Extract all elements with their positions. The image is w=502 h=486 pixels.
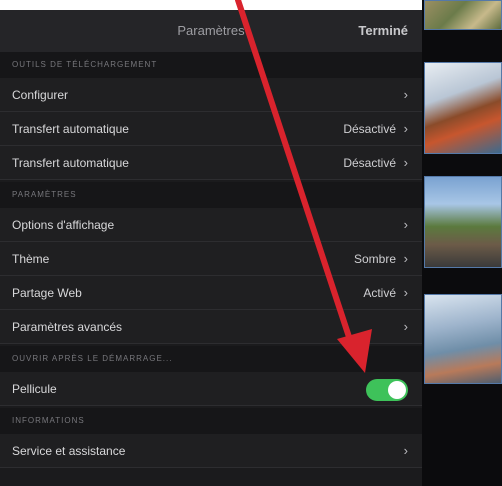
photo-thumbnail[interactable] — [424, 0, 502, 30]
row-label: Thème — [12, 252, 50, 266]
row-display-options[interactable]: Options d'affichage › — [0, 208, 422, 242]
row-label: Paramètres avancés — [12, 320, 123, 334]
row-value: Désactivé — [343, 156, 396, 170]
chevron-right-icon: › — [403, 285, 408, 300]
photo-thumbnail-column — [422, 0, 502, 486]
row-label: Pellicule — [12, 382, 57, 396]
toggle-knob — [388, 381, 406, 399]
row-auto-transfer-1[interactable]: Transfert automatique Désactivé › — [0, 112, 422, 146]
row-camera-roll: Pellicule — [0, 372, 422, 406]
chevron-right-icon: › — [403, 443, 408, 458]
row-advanced-settings[interactable]: Paramètres avancés › — [0, 310, 422, 344]
row-support[interactable]: Service et assistance › — [0, 434, 422, 468]
row-auto-transfer-2[interactable]: Transfert automatique Désactivé › — [0, 146, 422, 180]
row-value: Désactivé — [343, 122, 396, 136]
row-web-sharing[interactable]: Partage Web Activé › — [0, 276, 422, 310]
chevron-right-icon: › — [403, 87, 408, 102]
settings-navbar: Paramètres Terminé — [0, 10, 422, 53]
photo-thumbnail[interactable] — [424, 176, 502, 268]
section-header-startup: Ouvrir après le démarrage... — [0, 346, 422, 372]
row-value: Activé — [363, 286, 396, 300]
row-label: Options d'affichage — [12, 218, 115, 232]
section-header-transfer: Outils de téléchargement — [0, 52, 422, 78]
photo-thumbnail[interactable] — [424, 62, 502, 154]
row-label: Partage Web — [12, 286, 82, 300]
section-header-info: Informations — [0, 408, 422, 434]
chevron-right-icon: › — [403, 155, 408, 170]
done-button[interactable]: Terminé — [358, 10, 408, 52]
chevron-right-icon: › — [403, 319, 408, 334]
row-configure[interactable]: Configurer › — [0, 78, 422, 112]
row-value: Sombre — [353, 252, 396, 266]
settings-panel: Paramètres Terminé Outils de téléchargem… — [0, 10, 422, 486]
photo-thumbnail[interactable] — [424, 294, 502, 384]
row-theme[interactable]: Thème Sombre › — [0, 242, 422, 276]
chevron-right-icon: › — [403, 251, 408, 266]
camera-roll-toggle[interactable] — [366, 379, 408, 401]
chevron-right-icon: › — [403, 217, 408, 232]
section-header-settings: Paramètres — [0, 182, 422, 208]
row-label: Service et assistance — [12, 444, 126, 458]
row-label: Configurer — [12, 88, 69, 102]
row-label: Transfert automatique — [12, 122, 129, 136]
row-label: Transfert automatique — [12, 156, 129, 170]
chevron-right-icon: › — [403, 121, 408, 136]
